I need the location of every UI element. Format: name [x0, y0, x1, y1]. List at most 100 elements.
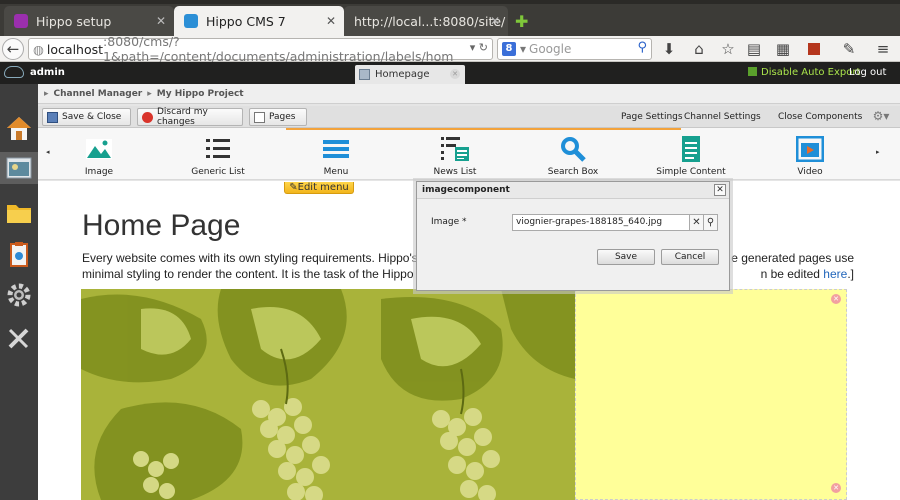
window-title-strip	[0, 0, 900, 4]
component-generic-list[interactable]: Generic List	[178, 136, 258, 177]
hippo-setup-favicon-icon	[14, 14, 28, 28]
pages-button[interactable]: Pages	[249, 108, 307, 126]
close-icon[interactable]: ✕	[714, 184, 726, 196]
disable-auto-export-link[interactable]: Disable Auto Export	[748, 67, 860, 78]
video-icon	[795, 135, 825, 163]
document-tab-homepage[interactable]: Homepage ✕	[355, 65, 465, 84]
reload-icon[interactable]: ▾ ↻	[470, 41, 488, 54]
intro-line-1-end: e generated pages use	[731, 251, 854, 265]
component-news-list[interactable]: News List	[415, 136, 495, 177]
reports-icon[interactable]	[3, 239, 35, 271]
intro-line-2: minimal styling to render the content. I…	[82, 267, 443, 281]
save-icon	[47, 111, 58, 123]
hippo-logo-icon	[4, 66, 24, 78]
settings-gear-icon[interactable]: ⚙▾	[870, 109, 892, 125]
search-icon[interactable]: ⚲	[637, 40, 647, 55]
chevron-down-icon[interactable]: ▾	[520, 42, 526, 56]
left-nav	[0, 84, 38, 500]
link-suffix: .]	[847, 267, 854, 281]
remove-component-icon[interactable]: ✕	[831, 294, 841, 304]
home-icon[interactable]	[3, 112, 35, 144]
save-close-label: Save & Close	[62, 112, 122, 122]
addon-icon[interactable]: ✎	[838, 38, 860, 60]
menu-icon[interactable]: ≡	[872, 38, 894, 60]
here-link[interactable]: here	[823, 267, 847, 281]
edit-menu-button[interactable]: ✎Edit menu	[284, 182, 354, 194]
browser-tab-hippo-cms[interactable]: Hippo CMS 7 ✕	[174, 6, 344, 36]
component-search-box[interactable]: Search Box	[533, 136, 613, 177]
image-field[interactable]: viognier-grapes-188185_640.jpg	[512, 214, 690, 231]
page-settings-link[interactable]: Page Settings	[621, 112, 683, 122]
extension-icon[interactable]	[803, 38, 825, 60]
browser-tab-hippo-setup[interactable]: Hippo setup ✕	[4, 6, 174, 36]
tab-title: http://local...t:8080/site/	[354, 13, 506, 29]
component-simple-content[interactable]: Simple Content	[651, 136, 731, 177]
component-label: Video	[797, 167, 823, 177]
breadcrumb-item-channel-manager[interactable]: Channel Manager	[54, 89, 143, 99]
intro-line-1: Every website comes with its own styling…	[82, 251, 444, 265]
clear-icon[interactable]: ✕	[689, 214, 704, 231]
component-catalog: ◂ ▸ Image Generic List Menu News List Se…	[38, 128, 900, 180]
star-icon[interactable]: ☆	[717, 38, 739, 60]
hippo-cms-favicon-icon	[184, 14, 198, 28]
scroll-left-icon[interactable]: ◂	[46, 148, 50, 156]
hippo-top-bar: admin Homepage ✕ Disable Auto Export Log…	[0, 62, 900, 84]
remove-component-icon[interactable]: ✕	[831, 483, 841, 493]
list-icon	[204, 136, 232, 162]
cancel-icon	[142, 111, 153, 123]
save-button[interactable]: Save	[597, 249, 655, 265]
image-icon	[85, 136, 113, 162]
component-drop-area[interactable]	[575, 289, 847, 500]
channel-settings-link[interactable]: Channel Settings	[684, 112, 761, 122]
url-path: :8080/cms/?1&path=/content/documents/adm…	[103, 34, 454, 64]
main-area: ▸ Channel Manager ▸ My Hippo Project Sav…	[38, 84, 900, 500]
component-menu[interactable]: Menu	[296, 136, 376, 177]
page-title: Home Page	[82, 209, 241, 242]
close-components-link[interactable]: Close Components	[778, 112, 862, 122]
close-icon[interactable]: ✕	[450, 69, 460, 79]
search-icon[interactable]: ⚲	[703, 214, 718, 231]
component-video[interactable]: Video	[770, 135, 850, 177]
component-label: Simple Content	[656, 167, 726, 177]
save-close-button[interactable]: Save & Close	[42, 108, 131, 126]
search-bar[interactable]: 8 ▾ Google ⚲	[497, 38, 652, 60]
logout-link[interactable]: Log out	[849, 67, 886, 78]
gear-icon[interactable]	[3, 279, 35, 311]
globe-icon: ◍	[33, 41, 44, 57]
component-image[interactable]: Image	[59, 136, 139, 177]
channel-manager-icon[interactable]	[0, 152, 38, 184]
close-tab-icon[interactable]: ✕	[490, 14, 500, 28]
page-icon	[359, 69, 370, 80]
search-box-icon	[559, 136, 587, 162]
download-icon[interactable]: ⬇	[658, 38, 680, 60]
breadcrumb-item-project[interactable]: My Hippo Project	[157, 89, 244, 99]
cancel-button[interactable]: Cancel	[661, 249, 719, 265]
scroll-right-icon[interactable]: ▸	[876, 148, 880, 156]
home-icon[interactable]: ⌂	[688, 38, 710, 60]
close-tab-icon[interactable]: ✕	[326, 14, 336, 28]
channel-toolbar: Save & Close Discard my changes Pages Pa…	[38, 106, 900, 128]
close-tab-icon[interactable]: ✕	[156, 14, 166, 28]
url-host: localhost	[46, 41, 104, 57]
browser-nav-bar: ← ◍ localhost:8080/cms/?1&path=/content/…	[0, 34, 900, 64]
tab-title: Hippo setup	[36, 13, 112, 29]
grid-icon[interactable]: ▦	[772, 38, 794, 60]
auto-export-label: Disable Auto Export	[761, 67, 861, 78]
discard-changes-button[interactable]: Discard my changes	[137, 107, 243, 127]
tools-icon[interactable]	[3, 322, 35, 354]
google-icon: 8	[502, 42, 516, 56]
folder-icon[interactable]	[3, 196, 35, 228]
reading-list-icon[interactable]: ▤	[743, 38, 765, 60]
url-bar[interactable]: ◍ localhost:8080/cms/?1&path=/content/do…	[28, 34, 493, 64]
back-arrow-icon[interactable]: ←	[2, 38, 24, 60]
tab-title: Hippo CMS 7	[206, 13, 286, 29]
search-placeholder: Google	[529, 42, 572, 56]
browser-tab-site[interactable]: http://local...t:8080/site/ ✕	[344, 6, 508, 36]
component-label: News List	[433, 167, 477, 177]
pencil-icon: ✎	[289, 182, 298, 193]
document-icon	[677, 136, 705, 162]
browser-tab-bar: Hippo setup ✕ Hippo CMS 7 ✕ http://local…	[0, 0, 900, 38]
breadcrumb: ▸ Channel Manager ▸ My Hippo Project	[38, 84, 900, 104]
intro-line-2-end: n be edited	[760, 267, 820, 281]
plus-icon[interactable]: ✚	[515, 12, 528, 31]
